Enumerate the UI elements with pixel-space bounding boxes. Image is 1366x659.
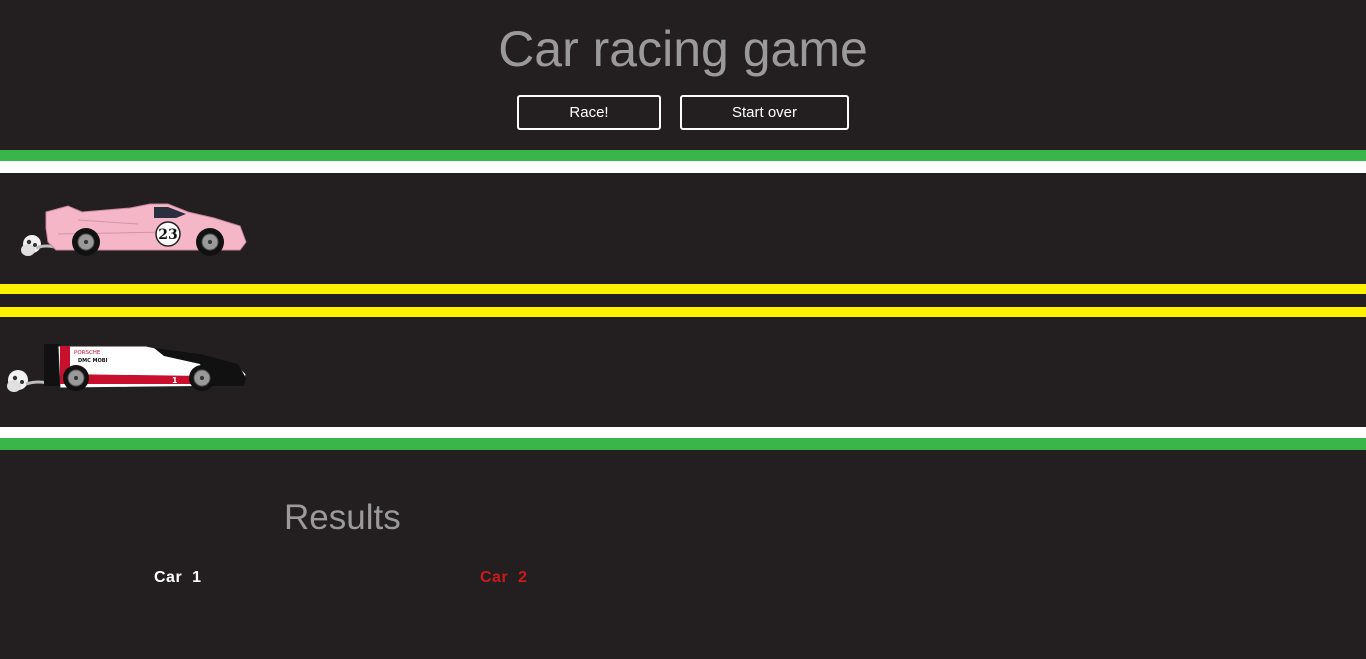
track-grass-top <box>0 150 1366 161</box>
car-1-sprite: 23 <box>21 203 247 256</box>
car-1-number: 23 <box>158 227 177 243</box>
car-2-livery: PORSCHE <box>74 350 101 356</box>
start-over-button[interactable]: Start over <box>680 95 849 130</box>
track-edge-top <box>0 161 1366 173</box>
car-2-number: 1 <box>172 376 178 385</box>
lane-divider-bottom <box>0 307 1366 317</box>
wheel-icon <box>72 228 100 256</box>
results-title: Results <box>284 498 401 537</box>
car-2-sponsor: DMC MOBI <box>78 358 108 364</box>
page-title: Car racing game <box>498 21 868 77</box>
track-grass-bottom <box>0 438 1366 450</box>
result-car-1: Car 1 <box>154 569 202 586</box>
track-edge-bottom <box>0 427 1366 438</box>
wheel-icon <box>63 365 89 391</box>
lane-divider-top <box>0 284 1366 294</box>
race-button[interactable]: Race! <box>517 95 661 130</box>
wheel-icon <box>189 365 215 391</box>
car-2-sprite: PORSCHE DMC MOBI 1 <box>7 344 247 392</box>
wheel-icon <box>196 228 224 256</box>
result-car-2: Car 2 <box>480 569 528 586</box>
